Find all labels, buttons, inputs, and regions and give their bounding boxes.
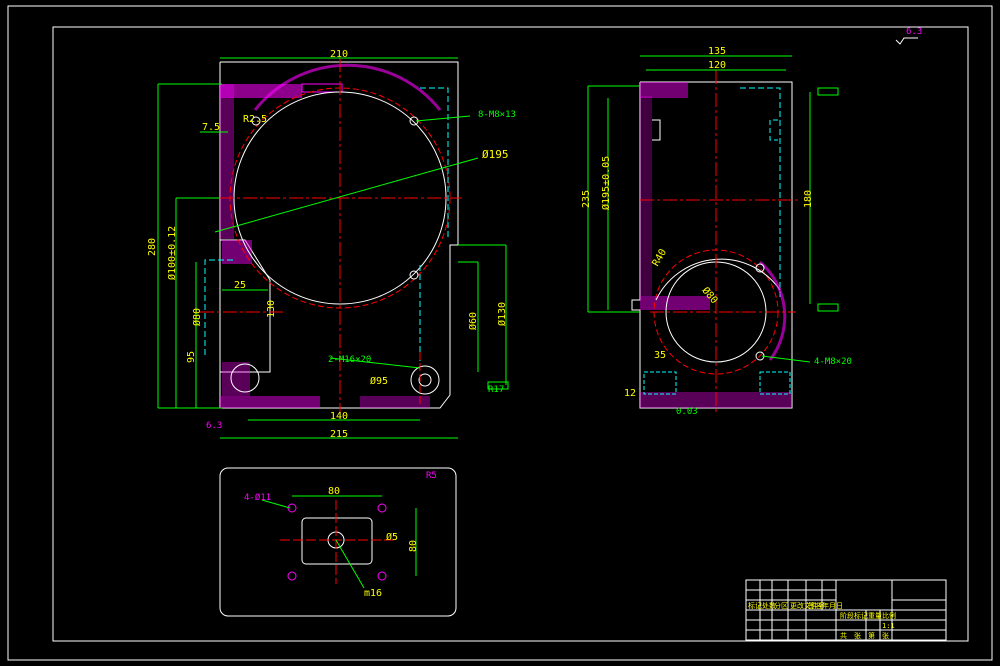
tb-label-date: 年月日 [822,601,843,610]
side-angle-label: R40 [651,247,670,268]
dim-inner-width: 140 [330,411,348,422]
bottom-hole-note: 4-Ø11 [244,492,271,503]
front-view: 210 280 Ø100±0.12 95 Ø80 130 25 7.5 R2.5… [147,49,516,440]
side-dim-height-left: 235 [581,190,592,208]
dim-offset: 7.5 [202,122,220,133]
side-dim-width-outer: 135 [708,46,726,57]
front-roughness-left: 6.3 [206,421,222,431]
dim-width-top: 210 [330,49,348,60]
dim-bolt-note: 8-M8×13 [478,110,516,120]
bottom-dim-width: 80 [328,486,340,497]
tb-label-mark: 标记 [748,601,762,610]
side-dim-width-inner: 120 [708,60,726,71]
dim-total-width: 215 [330,429,348,440]
tb-scale-value: 1:1 [882,622,895,630]
cad-drawing-canvas: 6.3 210 280 Ø100±0.12 95 Ø80 130 25 7.5 … [7,5,993,661]
dim-height-total: 280 [147,238,158,256]
dim-height-center: Ø100±0.12 [166,226,178,280]
dim-step-width: 25 [234,280,246,291]
side-small-width: 35 [654,350,666,361]
tb-label-sign: 签名 [808,601,822,610]
corner-roughness-note: 6.3 [895,27,922,45]
side-small-height: 12 [624,388,636,399]
side-dim-height-mid: Ø195±0.05 [600,156,612,210]
dim-radius-r2: R2.5 [243,114,267,125]
front-section-bottom [220,396,320,408]
dim-boss-depth: 130 [266,300,277,318]
tb-label-stage: 阶段标记 [840,611,868,620]
side-flat-label: 0.03 [676,407,698,417]
tb-label-zone: 分区 [774,601,788,610]
dim-bore: Ø195 [482,148,509,161]
dim-boss-width: Ø80 [191,308,203,326]
dim-right-h1: Ø60 [467,312,479,330]
bottom-radius-corner: R5 [426,471,437,481]
dim-right-h2: Ø130 [496,302,508,326]
side-view: 135 120 235 Ø195±0.05 180 Ø80 R40 4-M8×2… [487,46,852,417]
front-small-dim: R17 [488,385,504,395]
svg-text:6.3: 6.3 [906,27,922,37]
tb-sheet-num: 第 [868,631,875,640]
dim-bottom-dia: Ø95 [370,375,388,387]
tb-label-weight: 重量 [868,612,882,620]
tb-sheet-num-unit: 张 [882,631,889,640]
tb-sheet-total: 共 [840,631,847,640]
sheet-border [7,5,993,661]
dim-tap-note: 2-M16×20 [328,355,371,365]
tb-label-scale: 比例 [882,611,896,620]
bottom-dim-height: 80 [408,540,419,552]
title-block: 标记 处数 分区 更改文件号 签名 年月日 阶段标记 重量 比例 1:1 共 张… [745,579,947,641]
bottom-center-dia: m16 [364,588,382,599]
dim-lower-height: 95 [186,351,197,363]
front-bottom-hole [410,365,440,395]
bottom-view: 80 80 4-Ø11 Ø5 m16 R5 [219,467,457,617]
side-bolt-note: 4-M8×20 [814,357,852,367]
side-dim-height-right: 180 [803,190,814,208]
bottom-hole-dia: Ø5 [386,531,398,543]
tb-sheet-total-unit: 张 [854,631,861,640]
